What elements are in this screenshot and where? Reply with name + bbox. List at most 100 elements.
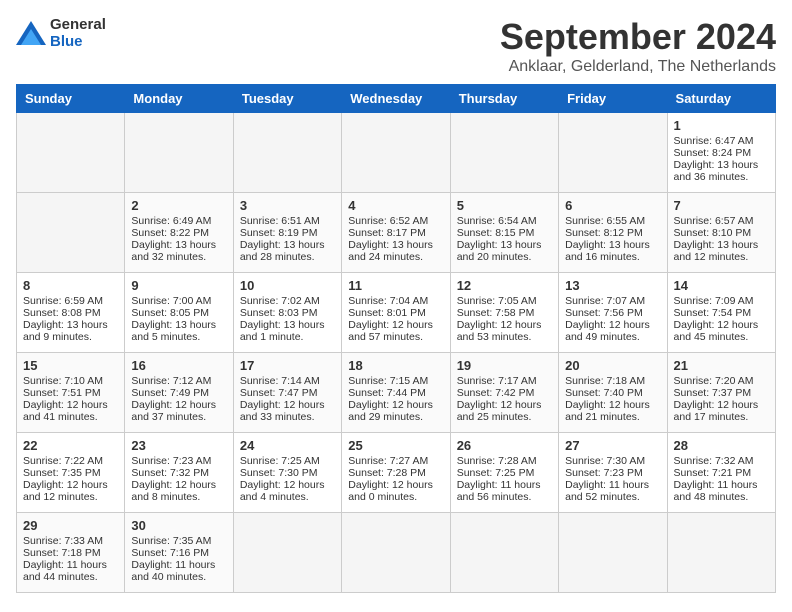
daylight-text: Daylight: 13 hours and 28 minutes.	[240, 239, 335, 263]
sunrise-text: Sunrise: 7:28 AM	[457, 455, 552, 467]
calendar-cell: 6Sunrise: 6:55 AMSunset: 8:12 PMDaylight…	[559, 193, 667, 273]
sunrise-text: Sunrise: 7:00 AM	[131, 295, 226, 307]
daylight-text: Daylight: 12 hours and 25 minutes.	[457, 399, 552, 423]
calendar-cell: 17 Sunrise: 7:14 AMSunset: 7:47 PMDayligh…	[233, 353, 341, 433]
calendar-cell: 8Sunrise: 6:59 AMSunset: 8:08 PMDaylight…	[17, 273, 125, 353]
day-number: 14	[674, 278, 769, 293]
calendar-cell: 2Sunrise: 6:49 AMSunset: 8:22 PMDaylight…	[125, 193, 233, 273]
calendar-cell	[450, 113, 558, 193]
day-number: 17	[240, 358, 335, 373]
logo: General Blue	[16, 16, 106, 50]
header-saturday: Saturday	[667, 85, 775, 113]
daylight-text: Daylight: 12 hours and 8 minutes.	[131, 479, 226, 503]
sunset-text: Sunset: 7:42 PM	[457, 387, 552, 399]
day-number: 26	[457, 438, 552, 453]
sunrise-text: Sunrise: 6:57 AM	[674, 215, 769, 227]
day-number: 10	[240, 278, 335, 293]
calendar-cell: 11 Sunrise: 7:04 AMSunset: 8:01 PMDayligh…	[342, 273, 450, 353]
sunset-text: Sunset: 8:01 PM	[348, 307, 443, 319]
calendar-cell	[342, 513, 450, 593]
calendar-header-row: SundayMondayTuesdayWednesdayThursdayFrid…	[17, 85, 776, 113]
daylight-text: Daylight: 11 hours and 40 minutes.	[131, 559, 226, 583]
calendar-cell	[559, 513, 667, 593]
sunset-text: Sunset: 7:30 PM	[240, 467, 335, 479]
day-number: 20	[565, 358, 660, 373]
sunrise-text: Sunrise: 7:22 AM	[23, 455, 118, 467]
calendar-cell	[125, 113, 233, 193]
calendar-cell	[667, 513, 775, 593]
day-number: 12	[457, 278, 552, 293]
day-number: 4	[348, 198, 443, 213]
day-number: 27	[565, 438, 660, 453]
sunrise-text: Sunrise: 7:25 AM	[240, 455, 335, 467]
daylight-text: Daylight: 12 hours and 53 minutes.	[457, 319, 552, 343]
calendar-cell	[233, 513, 341, 593]
sunrise-text: Sunrise: 7:18 AM	[565, 375, 660, 387]
header-wednesday: Wednesday	[342, 85, 450, 113]
calendar-cell: 23Sunrise: 7:23 AMSunset: 7:32 PMDayligh…	[125, 433, 233, 513]
sunset-text: Sunset: 8:12 PM	[565, 227, 660, 239]
calendar-cell: 30Sunrise: 7:35 AMSunset: 7:16 PMDayligh…	[125, 513, 233, 593]
day-number: 3	[240, 198, 335, 213]
sunrise-text: Sunrise: 7:04 AM	[348, 295, 443, 307]
sunrise-text: Sunrise: 7:14 AM	[240, 375, 335, 387]
calendar-cell: 5Sunrise: 6:54 AMSunset: 8:15 PMDaylight…	[450, 193, 558, 273]
week-row-5: 29Sunrise: 7:33 AMSunset: 7:18 PMDayligh…	[17, 513, 776, 593]
calendar-cell: 26Sunrise: 7:28 AMSunset: 7:25 PMDayligh…	[450, 433, 558, 513]
day-number: 11	[348, 278, 443, 293]
sunrise-text: Sunrise: 7:15 AM	[348, 375, 443, 387]
sunset-text: Sunset: 7:44 PM	[348, 387, 443, 399]
daylight-text: Daylight: 12 hours and 57 minutes.	[348, 319, 443, 343]
calendar-cell: 28Sunrise: 7:32 AMSunset: 7:21 PMDayligh…	[667, 433, 775, 513]
day-number: 18	[348, 358, 443, 373]
daylight-text: Daylight: 12 hours and 17 minutes.	[674, 399, 769, 423]
sunset-text: Sunset: 7:58 PM	[457, 307, 552, 319]
title-area: September 2024 Anklaar, Gelderland, The …	[500, 16, 776, 76]
sunset-text: Sunset: 8:03 PM	[240, 307, 335, 319]
sunset-text: Sunset: 7:35 PM	[23, 467, 118, 479]
day-number: 22	[23, 438, 118, 453]
calendar-cell: 16Sunrise: 7:12 AMSunset: 7:49 PMDayligh…	[125, 353, 233, 433]
daylight-text: Daylight: 11 hours and 44 minutes.	[23, 559, 118, 583]
header: General Blue September 2024 Anklaar, Gel…	[16, 16, 776, 76]
calendar-cell	[342, 113, 450, 193]
daylight-text: Daylight: 12 hours and 45 minutes.	[674, 319, 769, 343]
daylight-text: Daylight: 11 hours and 52 minutes.	[565, 479, 660, 503]
daylight-text: Daylight: 13 hours and 16 minutes.	[565, 239, 660, 263]
sunrise-text: Sunrise: 7:02 AM	[240, 295, 335, 307]
sunrise-text: Sunrise: 6:49 AM	[131, 215, 226, 227]
sunset-text: Sunset: 7:40 PM	[565, 387, 660, 399]
daylight-text: Daylight: 13 hours and 1 minute.	[240, 319, 335, 343]
day-number: 28	[674, 438, 769, 453]
week-row-1: 2Sunrise: 6:49 AMSunset: 8:22 PMDaylight…	[17, 193, 776, 273]
sunrise-text: Sunrise: 7:05 AM	[457, 295, 552, 307]
daylight-text: Daylight: 13 hours and 9 minutes.	[23, 319, 118, 343]
sunrise-text: Sunrise: 6:54 AM	[457, 215, 552, 227]
daylight-text: Daylight: 12 hours and 33 minutes.	[240, 399, 335, 423]
week-row-0: 1Sunrise: 6:47 AMSunset: 8:24 PMDaylight…	[17, 113, 776, 193]
calendar-cell: 20Sunrise: 7:18 AMSunset: 7:40 PMDayligh…	[559, 353, 667, 433]
sunset-text: Sunset: 7:49 PM	[131, 387, 226, 399]
logo-icon	[16, 21, 46, 45]
daylight-text: Daylight: 12 hours and 37 minutes.	[131, 399, 226, 423]
calendar-cell: 7Sunrise: 6:57 AMSunset: 8:10 PMDaylight…	[667, 193, 775, 273]
sunset-text: Sunset: 8:05 PM	[131, 307, 226, 319]
calendar-cell: 27Sunrise: 7:30 AMSunset: 7:23 PMDayligh…	[559, 433, 667, 513]
sunset-text: Sunset: 7:47 PM	[240, 387, 335, 399]
calendar-cell: 4Sunrise: 6:52 AMSunset: 8:17 PMDaylight…	[342, 193, 450, 273]
daylight-text: Daylight: 13 hours and 12 minutes.	[674, 239, 769, 263]
calendar-cell	[17, 113, 125, 193]
sunrise-text: Sunrise: 7:20 AM	[674, 375, 769, 387]
sunrise-text: Sunrise: 6:51 AM	[240, 215, 335, 227]
sunrise-text: Sunrise: 6:47 AM	[674, 135, 769, 147]
calendar-cell: 10 Sunrise: 7:02 AMSunset: 8:03 PMDayligh…	[233, 273, 341, 353]
sunrise-text: Sunrise: 7:17 AM	[457, 375, 552, 387]
day-number: 24	[240, 438, 335, 453]
day-number: 16	[131, 358, 226, 373]
sunrise-text: Sunrise: 7:23 AM	[131, 455, 226, 467]
sunset-text: Sunset: 7:56 PM	[565, 307, 660, 319]
daylight-text: Daylight: 12 hours and 41 minutes.	[23, 399, 118, 423]
header-sunday: Sunday	[17, 85, 125, 113]
calendar-cell: 9Sunrise: 7:00 AMSunset: 8:05 PMDaylight…	[125, 273, 233, 353]
day-number: 9	[131, 278, 226, 293]
